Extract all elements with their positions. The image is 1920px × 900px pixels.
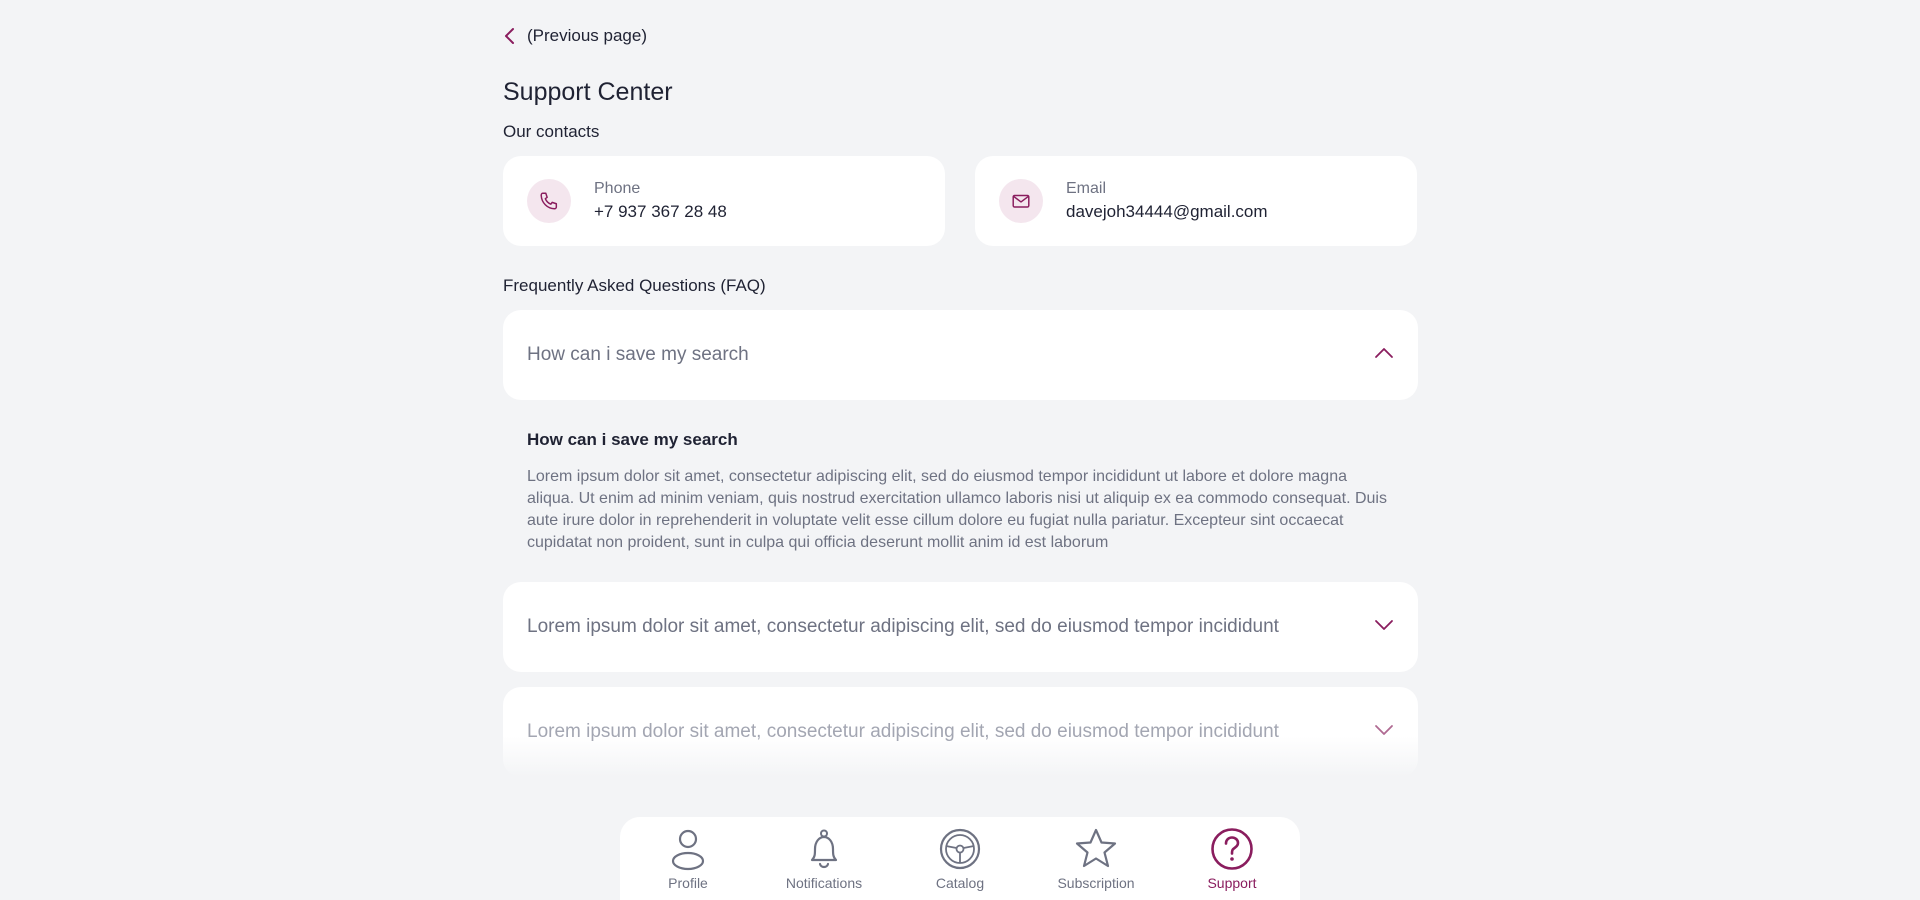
contacts-heading: Our contacts (503, 122, 600, 141)
support-page: (Previous page) Support Center Our conta… (0, 0, 1920, 900)
chevron-up-icon (1374, 346, 1394, 364)
faq-answer: How can i save my search Lorem ipsum dol… (527, 430, 1387, 554)
bottom-nav: Profile Notifications Catalog Subscripti… (620, 817, 1300, 900)
nav-item-profile[interactable]: Profile (628, 827, 748, 891)
steering-wheel-icon (938, 827, 982, 871)
faq-answer-text: Lorem ipsum dolor sit amet, consectetur … (527, 468, 1387, 551)
user-icon (668, 827, 708, 871)
nav-item-catalog[interactable]: Catalog (900, 827, 1020, 891)
nav-label: Notifications (785, 875, 863, 891)
email-card[interactable]: Email davejoh34444@gmail.com (975, 156, 1417, 246)
faq-question: How can i save my search (527, 344, 749, 365)
phone-label: Phone (594, 180, 641, 197)
phone-value: +7 937 367 28 48 (594, 202, 727, 221)
bell-icon (802, 827, 846, 871)
nav-label: Profile (668, 875, 708, 891)
faq-answer-title: How can i save my search (527, 430, 738, 449)
faq-question: Lorem ipsum dolor sit amet, consectetur … (527, 721, 1279, 742)
chevron-down-icon (1374, 618, 1394, 636)
nav-label: Subscription (1057, 875, 1135, 891)
phone-icon (527, 179, 571, 223)
faq-heading: Frequently Asked Questions (FAQ) (503, 276, 766, 295)
faq-item[interactable]: How can i save my search (503, 310, 1418, 400)
back-link-label: (Previous page) (527, 26, 648, 45)
star-icon (1074, 827, 1118, 871)
nav-item-subscription[interactable]: Subscription (1036, 827, 1156, 891)
nav-label: Catalog (935, 875, 985, 891)
phone-card[interactable]: Phone +7 937 367 28 48 (503, 156, 945, 246)
page-title: Support Center (503, 78, 673, 106)
nav-label: Support (1207, 875, 1257, 891)
help-icon (1210, 827, 1254, 871)
chevron-left-icon (503, 26, 517, 46)
email-value: davejoh34444@gmail.com (1066, 202, 1268, 221)
faq-item[interactable]: Lorem ipsum dolor sit amet, consectetur … (503, 687, 1418, 777)
mail-icon (999, 179, 1043, 223)
email-label: Email (1066, 180, 1107, 197)
nav-item-notifications[interactable]: Notifications (764, 827, 884, 891)
nav-item-support[interactable]: Support (1172, 827, 1292, 891)
chevron-down-icon (1374, 723, 1394, 741)
faq-question: Lorem ipsum dolor sit amet, consectetur … (527, 616, 1279, 637)
back-link[interactable]: (Previous page) (503, 26, 647, 46)
faq-item[interactable]: Lorem ipsum dolor sit amet, consectetur … (503, 582, 1418, 672)
